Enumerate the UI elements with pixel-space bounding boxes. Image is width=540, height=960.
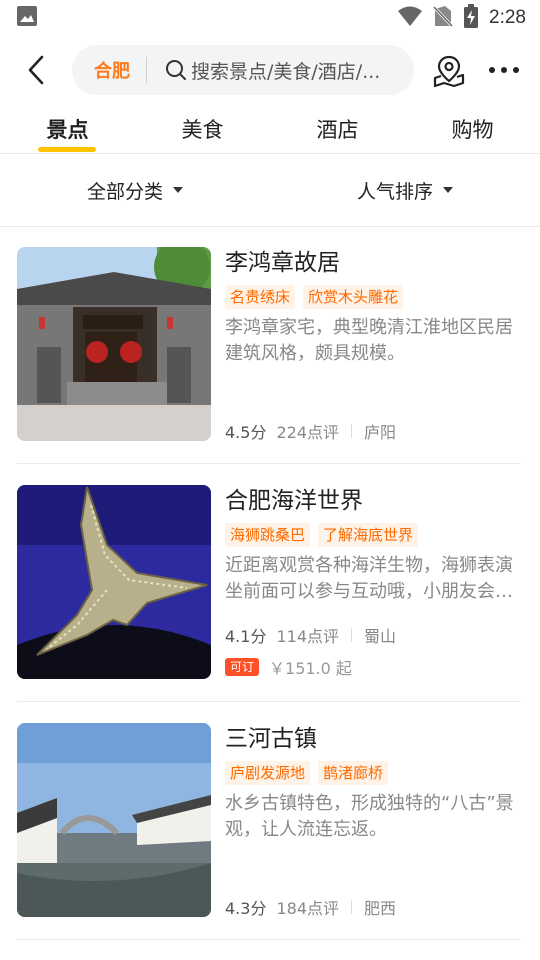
list-item[interactable]: 合肥海洋世界 海狮跳桑巴 了解海底世界 近距离观赏各种海洋生物，海狮表演坐前面可…: [0, 485, 540, 701]
map-location-icon: [433, 55, 465, 88]
feature-tag: 了解海底世界: [318, 523, 419, 547]
tab-label: 景点: [46, 118, 89, 142]
attraction-thumbnail: [17, 723, 211, 917]
filter-bar: 全部分类 人气排序: [0, 154, 540, 226]
attraction-info: 三河古镇 庐剧发源地 鹊渚廊桥 水乡古镇特色，形成独特的“八古”景观，让人流连忘…: [225, 723, 521, 918]
active-tab-indicator: [38, 147, 96, 152]
attraction-info: 李鸿章故居 名贵绣床 欣赏木头雕花 李鸿章家宅，典型晚清江淮地区民居建筑风格，颇…: [225, 247, 521, 442]
tab-label: 购物: [451, 118, 494, 142]
list-item[interactable]: 李鸿章故居 名贵绣床 欣赏木头雕花 李鸿章家宅，典型晚清江淮地区民居建筑风格，颇…: [0, 247, 540, 463]
district-label: 肥西: [364, 899, 397, 918]
dropdown-caret-icon: [443, 187, 453, 193]
rating-score: 4.3分: [225, 899, 267, 918]
category-filter-dropdown[interactable]: 全部分类: [0, 154, 270, 226]
attraction-title: 合肥海洋世界: [225, 488, 363, 514]
sort-dropdown[interactable]: 人气排序: [270, 154, 540, 226]
item-divider: [17, 463, 521, 464]
attraction-thumbnail: [17, 485, 211, 679]
meta-separator: [351, 900, 352, 914]
rating-score: 4.1分: [225, 627, 267, 646]
category-filter-label: 全部分类: [86, 180, 163, 203]
tab-food[interactable]: 美食: [135, 104, 270, 154]
price-row: 可订 ￥151.0 起: [225, 655, 352, 679]
battery-charging-icon: [463, 4, 479, 32]
search-icon: [165, 59, 187, 81]
back-arrow-icon: [28, 55, 44, 85]
map-button[interactable]: [430, 52, 468, 90]
filter-divider: [0, 226, 540, 227]
feature-tag: 欣赏木头雕花: [303, 285, 404, 309]
attraction-thumbnail: [17, 247, 211, 441]
city-selector[interactable]: 合肥: [72, 57, 146, 83]
attraction-title: 李鸿章故居: [225, 250, 340, 276]
item-divider: [17, 939, 521, 940]
tag-list: 名贵绣床 欣赏木头雕花: [225, 285, 521, 309]
district-label: 庐阳: [364, 423, 397, 442]
attraction-meta: 4.3分 184点评 肥西: [225, 895, 396, 919]
review-count: 114点评: [276, 627, 339, 646]
search-input[interactable]: 搜索景点/美食/酒店/...: [191, 57, 407, 84]
attraction-description: 近距离观赏各种海洋生物，海狮表演坐前面可以参与互动哦，小朋友会很喜欢。: [225, 555, 513, 602]
status-bar: 2:28: [0, 0, 540, 36]
attraction-meta: 4.5分 224点评 庐阳: [225, 419, 396, 443]
no-sim-icon: [432, 5, 454, 31]
attraction-title: 三河古镇: [225, 726, 317, 752]
more-dots-icon: [489, 67, 519, 73]
gallery-notification-icon: [16, 5, 38, 31]
tab-shopping[interactable]: 购物: [405, 104, 540, 154]
district-label: 蜀山: [364, 627, 397, 646]
search-divider: [146, 57, 147, 83]
status-time: 2:28: [489, 7, 526, 28]
meta-separator: [351, 628, 352, 642]
attraction-description: 李鸿章家宅，典型晚清江淮地区民居建筑风格，颇具规模。: [225, 317, 513, 364]
tab-hotels[interactable]: 酒店: [270, 104, 405, 154]
feature-tag: 庐剧发源地: [225, 761, 311, 785]
sort-label: 人气排序: [356, 180, 433, 203]
back-button[interactable]: [18, 52, 54, 88]
search-box[interactable]: 合肥 搜索景点/美食/酒店/...: [72, 45, 414, 95]
tab-label: 酒店: [316, 118, 359, 142]
bookable-badge: 可订: [225, 658, 260, 676]
category-tabs: 景点 美食 酒店 购物: [0, 104, 540, 154]
meta-separator: [351, 424, 352, 438]
review-count: 184点评: [276, 899, 339, 918]
feature-tag: 海狮跳桑巴: [225, 523, 311, 547]
item-divider: [17, 701, 521, 702]
feature-tag: 鹊渚廊桥: [318, 761, 389, 785]
tab-attractions[interactable]: 景点: [0, 104, 135, 154]
wifi-icon: [397, 5, 423, 31]
more-options-button[interactable]: [484, 54, 524, 86]
tab-label: 美食: [181, 118, 224, 142]
dropdown-caret-icon: [173, 187, 183, 193]
list-item[interactable]: 三河古镇 庐剧发源地 鹊渚廊桥 水乡古镇特色，形成独特的“八古”景观，让人流连忘…: [0, 723, 540, 939]
attraction-description: 水乡古镇特色，形成独特的“八古”景观，让人流连忘返。: [225, 793, 514, 840]
attraction-meta: 4.1分 114点评 蜀山: [225, 623, 396, 647]
tag-list: 庐剧发源地 鹊渚廊桥: [225, 761, 521, 785]
feature-tag: 名贵绣床: [225, 285, 296, 309]
price-label: ￥151.0 起: [269, 659, 352, 678]
rating-score: 4.5分: [225, 423, 267, 442]
attraction-info: 合肥海洋世界 海狮跳桑巴 了解海底世界 近距离观赏各种海洋生物，海狮表演坐前面可…: [225, 485, 521, 678]
review-count: 224点评: [276, 423, 339, 442]
header: 合肥 搜索景点/美食/酒店/...: [0, 40, 540, 100]
tag-list: 海狮跳桑巴 了解海底世界: [225, 523, 521, 547]
